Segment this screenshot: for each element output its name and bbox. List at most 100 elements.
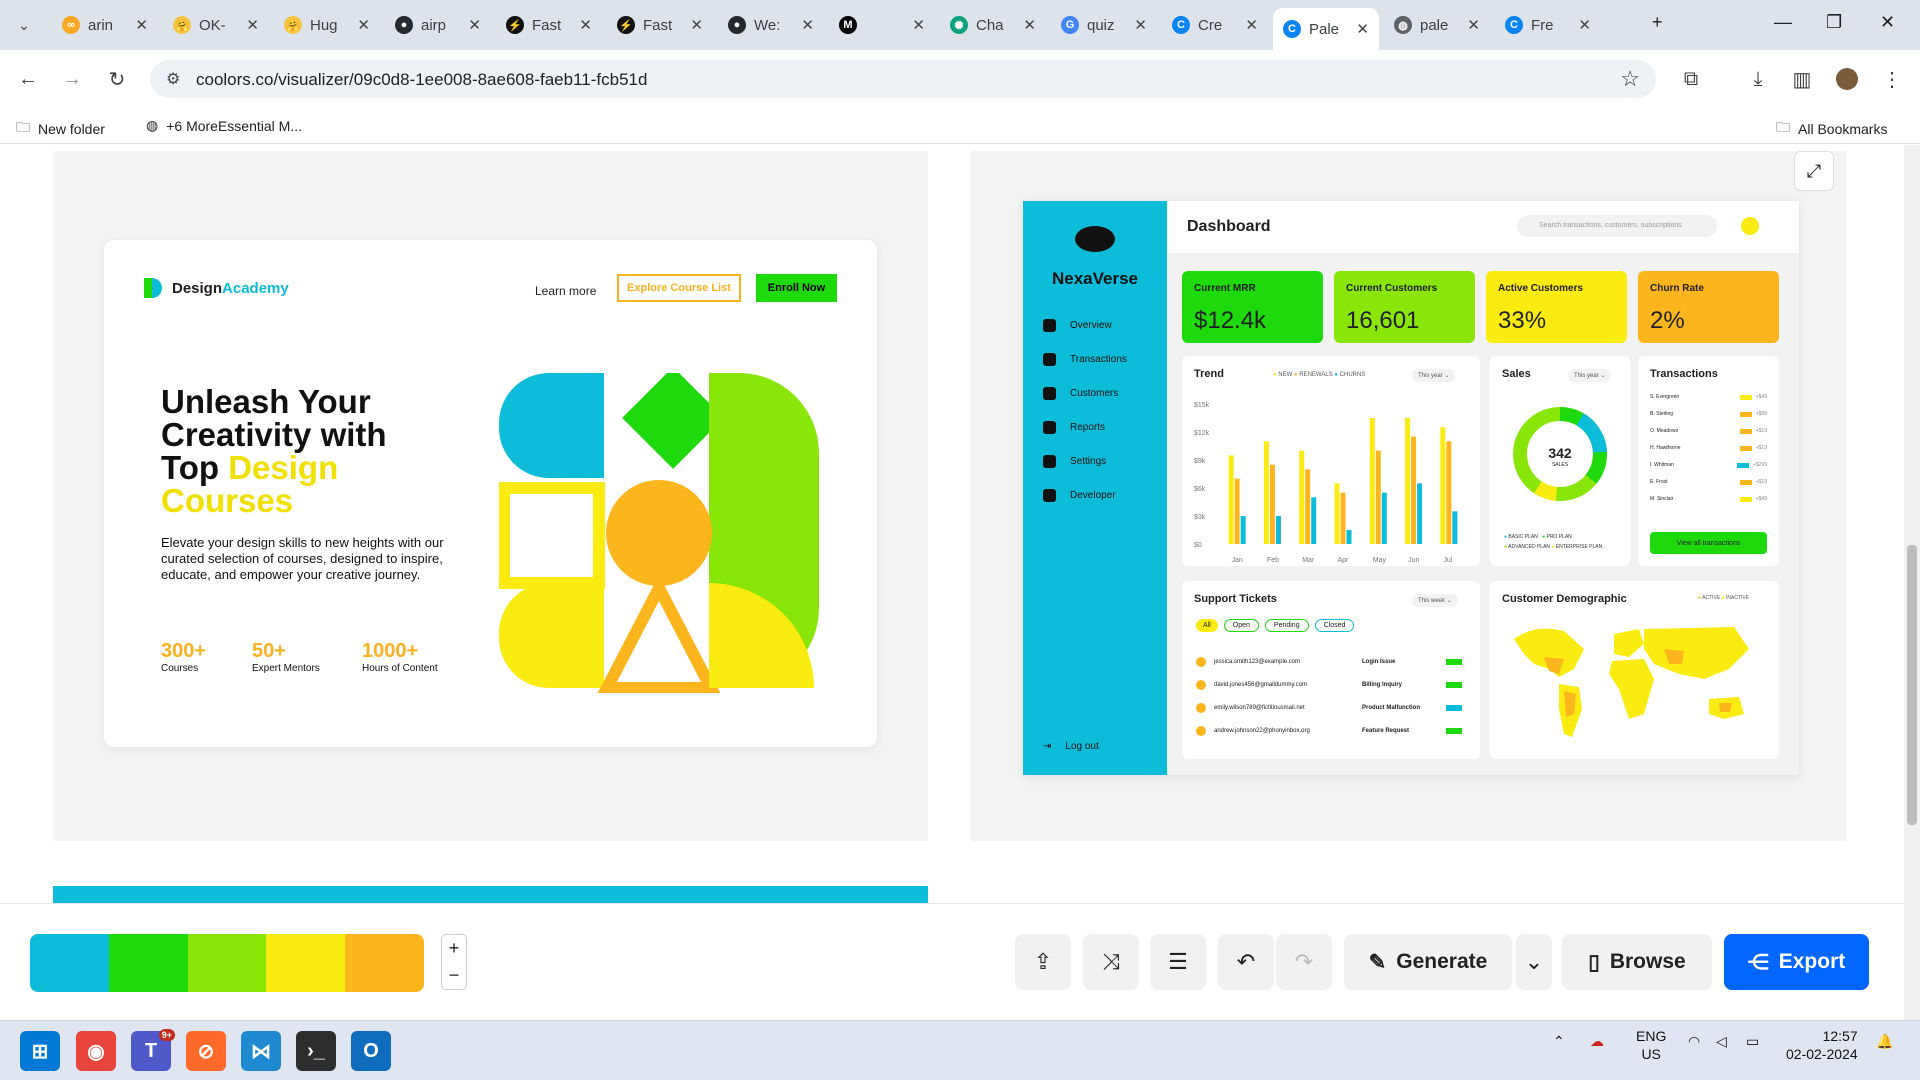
palette-swatch[interactable] (266, 934, 346, 992)
close-window-button[interactable]: ✕ (1880, 12, 1895, 33)
adjust-icon[interactable]: ☰ (1150, 934, 1206, 990)
tab-close-icon[interactable]: ✕ (912, 16, 925, 34)
outlook-icon[interactable]: O (351, 1031, 391, 1071)
transaction-row[interactable]: S. Evergreen +$49 (1650, 394, 1767, 400)
transaction-row[interactable]: O. Meadows +$19 (1650, 428, 1767, 434)
user-avatar[interactable] (1741, 217, 1759, 235)
menu-transactions[interactable]: Transactions (1043, 353, 1127, 366)
bookmark-star-icon[interactable]: ☆ (1620, 66, 1640, 92)
shuffle-icon[interactable]: ⤨ (1083, 934, 1139, 990)
notification-bell-icon[interactable]: 🔔 (1876, 1033, 1893, 1050)
ticket-row[interactable]: emily.wilson789@fictitiousmail.net Produc… (1196, 703, 1466, 713)
site-settings-icon[interactable]: ⚙ (166, 69, 180, 89)
ticket-row[interactable]: andrew.johnson22@phonyinbox.org Feature R… (1196, 726, 1466, 736)
period-select[interactable]: This year ⌄ (1412, 369, 1456, 382)
back-button[interactable]: ← (12, 63, 44, 95)
transaction-row[interactable]: B. Sterling +$99 (1650, 411, 1767, 417)
filter-all[interactable]: All (1196, 619, 1218, 632)
browser-tab[interactable]: Gquiz ✕ (1051, 10, 1157, 40)
extensions-icon[interactable]: ⧉ (1675, 63, 1707, 95)
bookmark-more[interactable]: ◍ +6 MoreEssential M... (146, 117, 302, 134)
browser-tab[interactable]: C Cre ✕ (1162, 10, 1268, 40)
explore-course-button[interactable]: Explore Course List (617, 274, 741, 302)
tab-close-icon[interactable]: ✕ (1356, 20, 1369, 38)
landing-page-preview[interactable]: DesignAcademy Learn more Explore Course … (53, 151, 928, 841)
language-indicator[interactable]: ENG US (1636, 1027, 1666, 1063)
menu-logout[interactable]: ⇥ Log out (1043, 741, 1099, 752)
browse-button[interactable]: ▯ Browse (1562, 934, 1712, 990)
menu-customers[interactable]: Customers (1043, 387, 1118, 400)
tab-close-icon[interactable]: ✕ (690, 16, 703, 34)
wifi-icon[interactable]: ◠ (1688, 1033, 1700, 1050)
tab-close-icon[interactable]: ✕ (135, 16, 148, 34)
palette-swatch[interactable] (108, 934, 188, 992)
menu-settings[interactable]: Settings (1043, 455, 1106, 468)
all-bookmarks[interactable]: 🗀 All Bookmarks (1776, 117, 1887, 141)
upload-icon[interactable]: ⇪ (1015, 934, 1071, 990)
zoom-out-button[interactable]: − (442, 962, 466, 989)
generate-dropdown-icon[interactable]: ⌄ (1516, 934, 1552, 990)
download-icon[interactable]: ⤓ (1742, 63, 1774, 95)
browser-tab[interactable]: ● We: ✕ (718, 10, 824, 40)
tab-close-icon[interactable]: ✕ (1467, 16, 1480, 34)
tab-close-icon[interactable]: ✕ (357, 16, 370, 34)
page-scrollbar[interactable] (1904, 145, 1920, 1020)
vscode-icon[interactable]: ⋈ (241, 1031, 281, 1071)
scrollbar-thumb[interactable] (1907, 545, 1917, 825)
forward-button[interactable]: → (56, 63, 88, 95)
tray-chevron-icon[interactable]: ⌃ (1553, 1033, 1565, 1050)
tab-close-icon[interactable]: ✕ (1023, 16, 1036, 34)
tab-close-icon[interactable]: ✕ (801, 16, 814, 34)
terminal-icon[interactable]: ›_ (296, 1031, 336, 1071)
menu-reports[interactable]: Reports (1043, 421, 1105, 434)
filter-open[interactable]: Open (1223, 619, 1259, 632)
undo-icon[interactable]: ↶ (1218, 934, 1274, 990)
tab-close-icon[interactable]: ✕ (1245, 16, 1258, 34)
color-palette[interactable] (30, 934, 424, 992)
postman-icon[interactable]: ⊘ (186, 1031, 226, 1071)
filter-pending[interactable]: Pending (1264, 619, 1309, 632)
ticket-row[interactable]: jessica.smith123@example.com Login Issue (1196, 657, 1466, 667)
palette-swatch[interactable] (187, 934, 267, 992)
browser-tab[interactable]: ● airp ✕ (385, 10, 491, 40)
clock[interactable]: 12:57 02-02-2024 (1786, 1027, 1858, 1063)
new-tab-button[interactable]: + (1652, 12, 1663, 33)
windows-start-icon[interactable]: ⊞ (20, 1031, 60, 1071)
transaction-row[interactable]: H. Hawthorne +$19 (1650, 445, 1767, 451)
fullscreen-icon[interactable]: ⤢ (1794, 151, 1834, 191)
menu-developer[interactable]: Developer (1043, 489, 1116, 502)
browser-tab[interactable]: ⚡ Fast ✕ (496, 10, 602, 40)
browser-tab[interactable]: ✺ Cha ✕ (940, 10, 1046, 40)
menu-icon[interactable]: ⋮ (1876, 63, 1908, 95)
minimize-button[interactable]: — (1774, 12, 1792, 33)
learn-more-link[interactable]: Learn more (535, 284, 596, 298)
onedrive-icon[interactable]: ☁ (1590, 1033, 1604, 1050)
palette-swatch[interactable] (345, 934, 424, 992)
side-panel-icon[interactable]: ▥ (1786, 63, 1818, 95)
browser-tab[interactable]: M ✕ (829, 10, 935, 40)
zoom-in-button[interactable]: + (442, 935, 466, 962)
browser-tab[interactable]: C Pale ✕ (1273, 8, 1379, 50)
dashboard-preview[interactable]: ⤢ NexaVerse Overview Transactions Custom… (971, 151, 1846, 841)
palette-swatch[interactable] (30, 934, 109, 992)
ticket-row[interactable]: david.jones456@gmaildummy.com Billing Inq… (1196, 680, 1466, 690)
profile-avatar[interactable] (1831, 63, 1863, 95)
dashboard-search[interactable]: Search transactions, customers, subscrip… (1517, 215, 1717, 237)
view-all-transactions-button[interactable]: View all transactions (1650, 532, 1767, 554)
tab-close-icon[interactable]: ✕ (579, 16, 592, 34)
reload-button[interactable]: ↻ (101, 63, 133, 95)
tab-close-icon[interactable]: ✕ (246, 16, 259, 34)
tab-close-icon[interactable]: ✕ (1134, 16, 1147, 34)
volume-icon[interactable]: ◁ (1716, 1033, 1727, 1050)
teams-icon[interactable]: T 9+ (131, 1029, 175, 1071)
bookmark-new-folder[interactable]: 🗀 New folder (16, 117, 105, 141)
generate-button[interactable]: ✎ Generate (1344, 934, 1512, 990)
browser-tab[interactable]: ⚡ Fast ✕ (607, 10, 713, 40)
browser-tab[interactable]: C Fre ✕ (1495, 10, 1601, 40)
tab-close-icon[interactable]: ✕ (468, 16, 481, 34)
transaction-row[interactable]: M. Sinclair +$49 (1650, 496, 1767, 502)
enroll-now-button[interactable]: Enroll Now (756, 274, 837, 302)
menu-overview[interactable]: Overview (1043, 319, 1112, 332)
browser-tab[interactable]: ∞ arin ✕ (52, 10, 158, 40)
period-select[interactable]: This year ⌄ (1568, 369, 1612, 382)
